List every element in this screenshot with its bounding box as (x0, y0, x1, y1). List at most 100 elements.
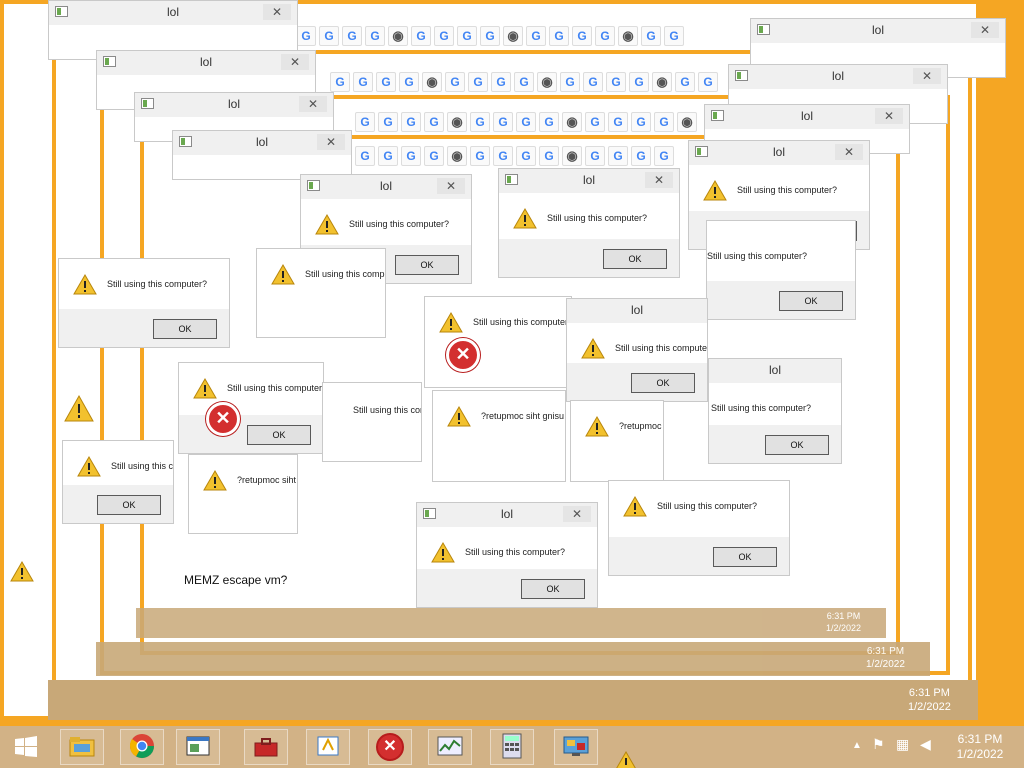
google-tab-icon[interactable]: G (516, 112, 536, 132)
ok-button[interactable]: OK (521, 579, 585, 599)
google-tab-icon[interactable]: G (654, 146, 674, 166)
action-center-icon[interactable]: ⚑ (872, 736, 885, 753)
globe-tab-icon[interactable]: ◉ (618, 26, 638, 46)
taskbar-window-app[interactable] (176, 729, 220, 765)
google-tab-icon[interactable]: G (399, 72, 419, 92)
google-tab-icon[interactable]: G (376, 72, 396, 92)
google-tab-icon[interactable]: G (468, 72, 488, 92)
google-tab-icon[interactable]: G (445, 72, 465, 92)
google-tab-icon[interactable]: G (365, 26, 385, 46)
google-tab-icon[interactable]: G (595, 26, 615, 46)
globe-tab-icon[interactable]: ◉ (447, 146, 467, 166)
taskbar-control-panel[interactable] (554, 729, 598, 765)
google-tab-icon[interactable]: G (378, 112, 398, 132)
close-button[interactable]: ✕ (875, 108, 903, 124)
close-button[interactable]: ✕ (563, 506, 591, 522)
google-tab-icon[interactable]: G (401, 146, 421, 166)
google-tab-icon[interactable]: G (539, 146, 559, 166)
google-tab-icon[interactable]: G (434, 26, 454, 46)
close-button[interactable]: ✕ (263, 4, 291, 20)
close-button[interactable]: ✕ (299, 96, 327, 112)
taskbar-calculator[interactable] (490, 729, 534, 765)
google-tab-icon[interactable]: G (583, 72, 603, 92)
google-tab-icon[interactable]: G (641, 26, 661, 46)
google-tab-icon[interactable]: G (480, 26, 500, 46)
taskbar-task-manager[interactable] (428, 729, 472, 765)
dialog-body: Still using this computer? (689, 165, 869, 211)
taskbar-clock[interactable]: 6:31 PM 1/2/2022 (950, 732, 1010, 762)
taskbar-toolbox[interactable] (244, 729, 288, 765)
google-tab-icon[interactable]: G (296, 26, 316, 46)
google-tab-icon[interactable]: G (424, 146, 444, 166)
close-button[interactable]: ✕ (835, 144, 863, 160)
close-button[interactable]: ✕ (645, 172, 673, 188)
google-tab-icon[interactable]: G (355, 112, 375, 132)
globe-tab-icon[interactable]: ◉ (562, 146, 582, 166)
ok-button[interactable]: OK (779, 291, 843, 311)
globe-tab-icon[interactable]: ◉ (422, 72, 442, 92)
start-button[interactable] (4, 729, 48, 765)
volume-icon[interactable]: ◀ (920, 736, 931, 753)
ok-button[interactable]: OK (603, 249, 667, 269)
ok-button[interactable]: OK (395, 255, 459, 275)
google-tab-icon[interactable]: G (470, 146, 490, 166)
globe-tab-icon[interactable]: ◉ (562, 112, 582, 132)
google-tab-icon[interactable]: G (572, 26, 592, 46)
google-tab-icon[interactable]: G (631, 112, 651, 132)
google-tab-icon[interactable]: G (516, 146, 536, 166)
ok-button[interactable]: OK (247, 425, 311, 445)
ok-button[interactable]: OK (765, 435, 829, 455)
google-tab-icon[interactable]: G (424, 112, 444, 132)
google-tab-icon[interactable]: G (585, 112, 605, 132)
google-tab-icon[interactable]: G (470, 112, 490, 132)
close-button[interactable]: ✕ (913, 68, 941, 84)
ok-button[interactable]: OK (97, 495, 161, 515)
google-tab-icon[interactable]: G (654, 112, 674, 132)
close-button[interactable]: ✕ (437, 178, 465, 194)
ok-button[interactable]: OK (631, 373, 695, 393)
ok-button[interactable]: OK (153, 319, 217, 339)
google-tab-icon[interactable]: G (514, 72, 534, 92)
ok-button[interactable]: OK (713, 547, 777, 567)
google-tab-icon[interactable]: G (411, 26, 431, 46)
globe-tab-icon[interactable]: ◉ (388, 26, 408, 46)
google-tab-icon[interactable]: G (491, 72, 511, 92)
globe-tab-icon[interactable]: ◉ (537, 72, 557, 92)
google-tab-icon[interactable]: G (457, 26, 477, 46)
taskbar-paint[interactable] (306, 729, 350, 765)
google-tab-icon[interactable]: G (355, 146, 375, 166)
close-button[interactable]: ✕ (317, 134, 345, 150)
google-tab-icon[interactable]: G (378, 146, 398, 166)
taskbar-chrome[interactable] (120, 729, 164, 765)
taskbar-error[interactable]: ✕ (368, 729, 412, 765)
google-tab-icon[interactable]: G (493, 146, 513, 166)
globe-tab-icon[interactable]: ◉ (652, 72, 672, 92)
google-tab-icon[interactable]: G (353, 72, 373, 92)
google-tab-icon[interactable]: G (319, 26, 339, 46)
network-icon[interactable]: ▦ (896, 736, 909, 753)
google-tab-icon[interactable]: G (585, 146, 605, 166)
globe-tab-icon[interactable]: ◉ (447, 112, 467, 132)
google-tab-icon[interactable]: G (629, 72, 649, 92)
google-tab-icon[interactable]: G (493, 112, 513, 132)
globe-tab-icon[interactable]: ◉ (677, 112, 697, 132)
taskbar-file-explorer[interactable] (60, 729, 104, 765)
show-hidden-icons[interactable]: ▲ (852, 740, 862, 751)
google-tab-icon[interactable]: G (401, 112, 421, 132)
google-tab-icon[interactable]: G (330, 72, 350, 92)
google-tab-icon[interactable]: G (549, 26, 569, 46)
google-tab-icon[interactable]: G (560, 72, 580, 92)
google-tab-icon[interactable]: G (539, 112, 559, 132)
google-tab-icon[interactable]: G (664, 26, 684, 46)
google-tab-icon[interactable]: G (342, 26, 362, 46)
google-tab-icon[interactable]: G (526, 26, 546, 46)
google-tab-icon[interactable]: G (698, 72, 718, 92)
close-button[interactable]: ✕ (281, 54, 309, 70)
google-tab-icon[interactable]: G (608, 146, 628, 166)
close-button[interactable]: ✕ (971, 22, 999, 38)
google-tab-icon[interactable]: G (631, 146, 651, 166)
google-tab-icon[interactable]: G (606, 72, 626, 92)
google-tab-icon[interactable]: G (675, 72, 695, 92)
globe-tab-icon[interactable]: ◉ (503, 26, 523, 46)
google-tab-icon[interactable]: G (608, 112, 628, 132)
